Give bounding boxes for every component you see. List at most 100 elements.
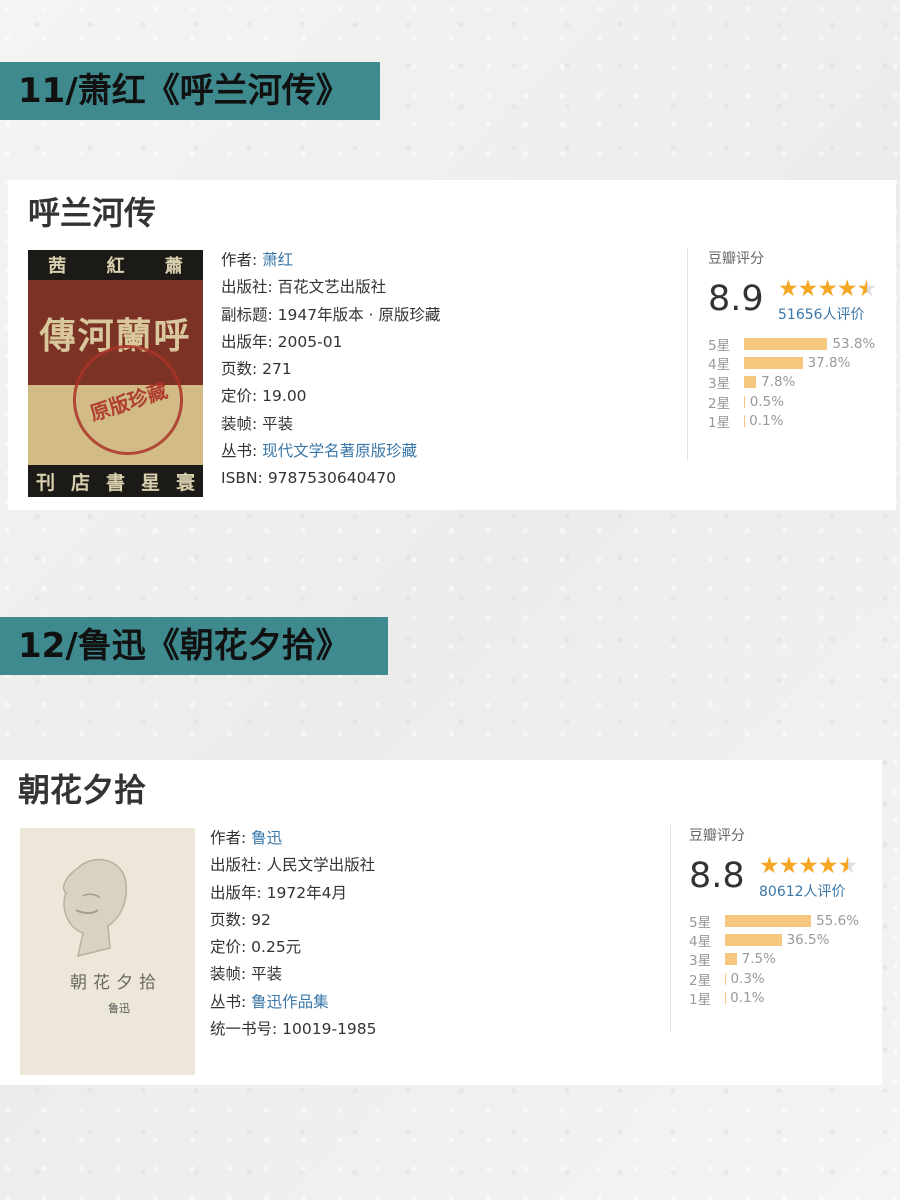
rating-count-link[interactable]: 80612人评价 <box>759 881 857 901</box>
rating-dist-bar <box>725 914 812 927</box>
rating-dist-row: 5星 55.6% <box>689 911 870 931</box>
cover-char: 茜 <box>48 256 67 277</box>
rating-dist-bar <box>725 933 782 946</box>
rating-dist-pct: 53.8% <box>832 335 876 352</box>
info-value: 9787530640470 <box>267 469 397 488</box>
info-key: 定价: <box>210 938 247 957</box>
rating-label: 豆瓣评分 <box>708 251 764 267</box>
info-row-pages: 页数: 92 <box>210 907 377 934</box>
rating-dist-row: 5星 53.8% <box>708 334 887 354</box>
info-key: 作者: <box>221 251 258 269</box>
rating-label: 豆瓣评分 <box>689 828 745 844</box>
rating-score: 8.9 <box>708 279 764 319</box>
rating-dist-pct: 0.5% <box>749 393 785 410</box>
info-key: 出版年: <box>210 883 262 902</box>
cover-char: 書 <box>105 471 125 494</box>
info-value: 平装 <box>262 414 294 433</box>
rating-dist-pct: 55.6% <box>816 912 860 929</box>
rating-dist-pct: 0.3% <box>730 970 765 987</box>
rating-dist-label: 2星 <box>689 972 712 989</box>
rating-dist-bar <box>725 953 737 966</box>
info-value: 271 <box>262 360 292 379</box>
info-row-publisher: 出版社: 人民文学出版社 <box>210 852 377 879</box>
info-key: 装帧: <box>221 414 258 433</box>
book-title: 朝花夕拾 <box>18 771 147 809</box>
book-title: 呼兰河传 <box>28 194 157 232</box>
rating-dist-row: 2星 0.5% <box>708 392 887 412</box>
cover-title: 朝花夕拾 <box>70 973 162 993</box>
book-card-zhaohua: 朝花夕拾 朝花夕拾 鲁迅 作者: 鲁迅 出版社: 人民文学出版社 出版年: 19… <box>0 760 882 1085</box>
rating-dist-pct: 36.5% <box>786 931 830 948</box>
rating-dist-label: 1星 <box>689 991 712 1008</box>
section-banner-12: 12/鲁迅《朝花夕拾》 <box>0 617 388 675</box>
book-info: 作者: 鲁迅 出版社: 人民文学出版社 出版年: 1972年4月 页数: 92 … <box>210 825 377 1043</box>
info-row-book-number: 统一书号: 10019-1985 <box>210 1016 377 1043</box>
rating-dist-label: 5星 <box>689 914 712 931</box>
cover-char: 寰 <box>175 471 195 494</box>
star-rating-icon: ★★★★★ <box>759 853 858 879</box>
rating-dist-bar <box>744 395 745 408</box>
info-row-binding: 装帧: 平装 <box>221 411 440 438</box>
book-cover-image[interactable]: 茜 紅 蕭 傳河蘭呼 原版珍藏 刊 店 書 星 寰 <box>28 250 203 497</box>
rating-dist-bar <box>744 356 803 369</box>
info-row-binding: 装帧: 平装 <box>210 961 377 988</box>
info-key: 装帧: <box>210 965 247 984</box>
info-value: 2005-01 <box>277 332 343 351</box>
rating-dist-pct: 0.1% <box>730 989 765 1006</box>
info-value: 平装 <box>251 965 283 984</box>
info-key: 丛书: <box>210 992 247 1011</box>
rating-dist-row: 3星 7.8% <box>708 373 887 392</box>
rating-dist-label: 3星 <box>689 953 712 970</box>
rating-dist-pct: 0.1% <box>749 412 784 429</box>
series-link[interactable]: 现代文学名著原版珍藏 <box>262 442 417 460</box>
rating-dist-bar <box>744 376 757 389</box>
info-value: 1947年版本 · 原版珍藏 <box>277 305 441 324</box>
rating-distribution: 5星 53.8% 4星 37.8% 3星 7.8% 2星 0.5% 1星 0.1% <box>708 334 887 431</box>
info-row-pages: 页数: 271 <box>221 356 440 383</box>
cover-char: 店 <box>70 471 90 494</box>
cover-signature: 鲁迅 <box>108 1002 130 1015</box>
info-value: 10019-1985 <box>282 1020 377 1039</box>
info-value: 0.25元 <box>251 938 302 957</box>
info-key: 作者: <box>210 829 247 847</box>
rating-dist-label: 4星 <box>689 933 712 950</box>
book-card-hulanhe: 呼兰河传 茜 紅 蕭 傳河蘭呼 原版珍藏 刊 店 書 星 寰 作者: 萧红 出版… <box>8 180 896 510</box>
info-row-series: 丛书: 现代文学名著原版珍藏 <box>221 438 440 465</box>
info-key: 页数: <box>210 910 247 929</box>
rating-dist-row: 1星 0.1% <box>708 411 887 431</box>
rating-dist-label: 1星 <box>708 414 731 431</box>
info-row-price: 定价: 19.00 <box>221 383 440 410</box>
info-key: 出版社: <box>210 856 262 875</box>
author-link[interactable]: 萧红 <box>262 251 293 269</box>
info-row-year: 出版年: 2005-01 <box>221 329 440 356</box>
info-key: 出版年: <box>221 332 273 351</box>
rating-count-link[interactable]: 51656人评价 <box>778 304 876 324</box>
info-row-author: 作者: 萧红 <box>221 247 440 274</box>
info-row-series: 丛书: 鲁迅作品集 <box>210 989 377 1016</box>
rating-dist-label: 3星 <box>708 376 731 393</box>
info-value: 人民文学出版社 <box>266 856 376 875</box>
section-banner-11: 11/萧红《呼兰河传》 <box>0 62 380 120</box>
info-row-publisher: 出版社: 百花文艺出版社 <box>221 274 440 301</box>
info-row-year: 出版年: 1972年4月 <box>210 880 377 907</box>
series-link[interactable]: 鲁迅作品集 <box>251 993 329 1011</box>
info-row-price: 定价: 0.25元 <box>210 934 377 961</box>
info-key: 出版社: <box>221 278 273 297</box>
info-value: 19.00 <box>262 387 307 406</box>
rating-dist-label: 2星 <box>708 395 731 412</box>
rating-score: 8.8 <box>689 856 745 896</box>
info-row-isbn: ISBN: 9787530640470 <box>221 465 440 492</box>
douban-rating-panel: 豆瓣评分 8.8 ★★★★★ 80612人评价 5星 55.6% 4星 36.5% 3星… <box>670 825 870 1032</box>
info-value: 92 <box>251 910 271 929</box>
rating-dist-pct: 7.5% <box>741 951 776 968</box>
rating-dist-row: 1星 0.1% <box>689 988 870 1008</box>
book-cover-image[interactable]: 朝花夕拾 鲁迅 <box>20 828 195 1075</box>
info-value: 1972年4月 <box>266 883 347 902</box>
rating-distribution: 5星 55.6% 4星 36.5% 3星 7.5% 2星 0.3% 1星 0.1% <box>689 911 870 1008</box>
info-key: 页数: <box>221 360 258 379</box>
info-value: 百花文艺出版社 <box>277 278 387 297</box>
rating-dist-row: 2星 0.3% <box>689 969 870 989</box>
author-link[interactable]: 鲁迅 <box>251 829 282 847</box>
portrait-relief-icon <box>62 858 128 958</box>
rating-dist-label: 4星 <box>708 356 731 373</box>
